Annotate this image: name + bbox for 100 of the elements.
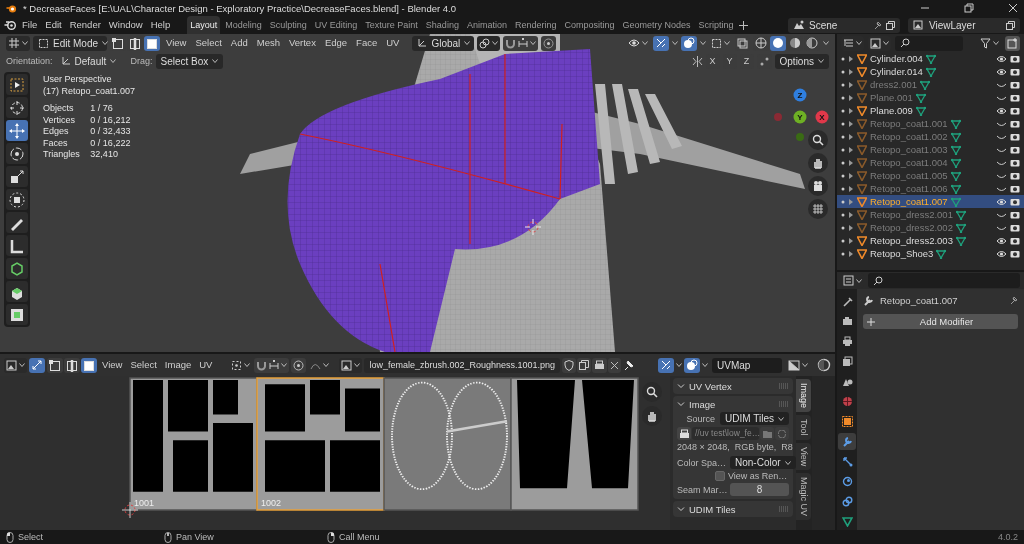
stat-label: Triangles (43, 149, 81, 161)
menu-item[interactable]: View (99, 357, 126, 373)
object-name: Retopo_coat1.006 (870, 183, 948, 194)
workspace-tab[interactable]: Modeling (222, 16, 265, 34)
object-name: Retopo_coat1.001 (870, 118, 948, 129)
workspace-tab[interactable]: Animation (463, 16, 510, 34)
sidebar-tab[interactable]: Image (796, 379, 811, 412)
scene-name: Scene (809, 18, 839, 33)
outliner-row[interactable]: Retopo_coat1.007 (837, 195, 1024, 208)
menu-item[interactable]: Render (66, 17, 104, 33)
uv-map-field[interactable]: UVMap (712, 357, 782, 373)
object-name-label: Retopo_coat1.007 (880, 295, 959, 306)
sidebar-tab[interactable]: View (796, 442, 811, 470)
panel-title[interactable]: Image (689, 398, 775, 410)
menu-item[interactable]: Face (353, 35, 381, 51)
view-layer-name: ViewLayer (929, 18, 977, 33)
object-name: Plane.009 (870, 105, 913, 116)
view-name-label: User Perspective (43, 74, 113, 86)
workspace-tab[interactable]: Scripting (695, 16, 737, 34)
drag-dropdown[interactable]: Select Box (155, 53, 224, 69)
workspace-tab[interactable]: Rendering (511, 16, 560, 34)
outliner-row[interactable]: Retopo_coat1.002 (837, 130, 1024, 143)
outliner-row[interactable]: Retopo_coat1.001 (837, 117, 1024, 130)
version-label: 4.0.2 (997, 532, 1018, 542)
outliner-row[interactable]: Retopo_coat1.003 (837, 143, 1024, 156)
outliner-row[interactable]: Retopo_dress2.001 (837, 208, 1024, 221)
sidebar-tab[interactable]: Tool (796, 415, 811, 440)
panel-title[interactable]: UV Vertex (689, 380, 775, 392)
menu-item[interactable]: Select (127, 357, 160, 373)
seam-margin-field[interactable]: 8 (730, 483, 789, 496)
menu-item[interactable]: Edge (321, 35, 351, 51)
sidebar-tab[interactable]: Magic UV (796, 472, 811, 520)
menu-item[interactable]: Vertex (285, 35, 319, 51)
outliner-row[interactable]: Plane.001 (837, 91, 1024, 104)
object-name: Retopo_dress2.003 (870, 235, 953, 246)
tile-number: 1001 (134, 498, 155, 508)
tile-number: 1002 (261, 498, 282, 508)
menu-item[interactable]: Select (192, 35, 225, 51)
mode-dropdown[interactable]: Edit Mode (33, 35, 107, 51)
menu-item[interactable]: Help (147, 17, 174, 33)
menu-item[interactable]: File (19, 17, 41, 33)
color-space-label: Color Spa… (677, 457, 725, 468)
object-name: Retopo_Shoe3 (870, 248, 934, 259)
menu-item[interactable]: Image (161, 357, 195, 373)
options-dropdown[interactable]: Options (774, 53, 829, 69)
menu-item[interactable]: Mesh (253, 35, 283, 51)
stat-label: Edges (43, 126, 70, 138)
active-object-label: (17) Retopo_coat1.007 (43, 85, 136, 97)
outliner-row[interactable]: Plane.009 (837, 104, 1024, 117)
outliner-row[interactable]: Retopo_coat1.006 (837, 182, 1024, 195)
seam-margin-label: Seam Mar… (677, 484, 725, 495)
menu-item[interactable]: Add (227, 35, 251, 51)
status-hint: Pan View (176, 532, 214, 542)
file-path-field[interactable]: //uv test\low_fe… (692, 427, 759, 440)
workspace-tab[interactable]: Texture Paint (362, 16, 421, 34)
status-hint: Call Menu (339, 532, 380, 542)
workspace-tab[interactable]: Geometry Nodes (619, 16, 694, 34)
menu-item[interactable]: UV (196, 357, 216, 373)
outliner-row[interactable]: Retopo_Shoe3 (837, 247, 1024, 260)
object-name: dress2.001 (870, 79, 917, 90)
view-layer-selector[interactable]: ViewLayer (908, 17, 1020, 33)
status-hint: Select (18, 532, 43, 542)
source-dropdown[interactable]: UDIM Tiles (720, 412, 789, 425)
workspace-tab[interactable]: UV Editing (311, 16, 361, 34)
stat-value: 0 / 16,222 (90, 137, 132, 149)
stat-label: Vertices (43, 114, 76, 126)
view-as-render-label: View as Ren… (728, 471, 788, 481)
menu-item[interactable]: View (163, 35, 190, 51)
menu-item[interactable]: Window (105, 17, 146, 33)
axis-label: Z (797, 91, 803, 100)
outliner-row[interactable]: dress2.001 (837, 78, 1024, 91)
workspace-tab[interactable]: Layout (187, 16, 221, 34)
image-name-field[interactable]: low_female_zbrush.002_Roughness.1001.png (364, 357, 561, 373)
workspace-tab[interactable]: Shading (422, 16, 462, 34)
outliner-row[interactable]: Retopo_dress2.002 (837, 221, 1024, 234)
object-name: Cylinder.014 (870, 66, 923, 77)
transform-orientation-dropdown[interactable]: Global (412, 35, 475, 51)
color-space-dropdown[interactable]: Non-Color (730, 456, 796, 469)
stat-value: 32,410 (90, 149, 119, 161)
panel-title[interactable]: UDIM Tiles (689, 503, 775, 515)
source-label: Source (685, 413, 716, 424)
orientation-label: Orientation: (6, 56, 53, 66)
stat-value: 1 / 76 (90, 103, 114, 115)
orientation-dropdown[interactable]: Default (55, 53, 118, 69)
outliner-row[interactable]: Retopo_dress2.003 (837, 234, 1024, 247)
outliner-row[interactable]: Cylinder.004 (837, 52, 1024, 65)
object-name: Retopo_coat1.002 (870, 131, 948, 142)
workspace-tab[interactable]: Compositing (561, 16, 618, 34)
menu-item[interactable]: UV (383, 35, 403, 51)
outliner-row[interactable]: Retopo_coat1.005 (837, 169, 1024, 182)
menu-item[interactable]: Edit (42, 17, 65, 33)
object-name: Retopo_coat1.007 (870, 196, 948, 207)
workspace-tab[interactable]: Sculpting (266, 16, 310, 34)
outliner-row[interactable]: Retopo_coat1.004 (837, 156, 1024, 169)
stat-label: Faces (43, 137, 69, 149)
object-name: Retopo_coat1.004 (870, 157, 948, 168)
scene-selector[interactable]: Scene (788, 17, 900, 33)
outliner-row[interactable]: Cylinder.014 (837, 65, 1024, 78)
add-modifier-button[interactable]: Add Modifier (863, 314, 1018, 329)
stat-value: 0 / 32,433 (90, 126, 132, 138)
